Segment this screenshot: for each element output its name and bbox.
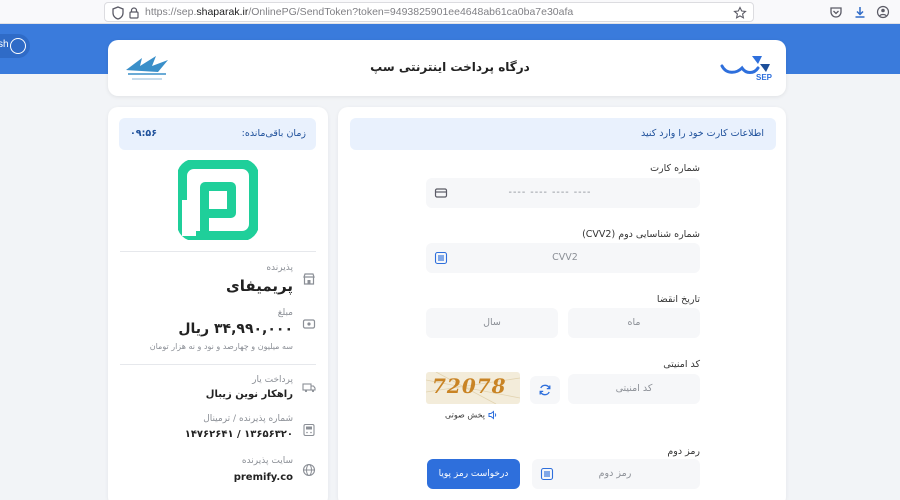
page-title: درگاه پرداخت اینترنتی سپ — [370, 60, 530, 74]
pocket-icon[interactable] — [829, 5, 843, 19]
merchant-name: پریمیفای — [226, 277, 293, 295]
amount-label: مبلغ — [277, 308, 293, 318]
expiry-year-placeholder: سال — [483, 317, 501, 328]
download-icon[interactable] — [853, 5, 867, 19]
captcha-placeholder: کد امنیتی — [615, 383, 653, 394]
keypad-icon[interactable] — [434, 251, 448, 265]
amount-words: سه میلیون و چهارصد و نود و نه هزار تومان — [149, 342, 293, 351]
cvv2-label: شماره شناسایی دوم (CVV2) — [582, 229, 700, 240]
expiry-month-placeholder: ماه — [627, 317, 641, 328]
site-value[interactable]: premify.co — [234, 472, 293, 483]
sep-logo: SEP — [720, 56, 773, 82]
amount-value: ۳۴,۹۹۰,۰۰۰ ریال — [178, 321, 293, 337]
wallet-icon — [302, 319, 316, 329]
card-icon — [434, 188, 448, 198]
captcha-label: کد امنیتی — [663, 359, 700, 370]
url-text[interactable]: https://sep.shaparak.ir/OnlinePG/SendTok… — [145, 6, 573, 18]
refresh-captcha-button[interactable] — [530, 376, 560, 404]
request-otp-button[interactable]: درخواست رمز پویا — [427, 459, 520, 489]
speaker-icon — [488, 410, 496, 420]
star-icon[interactable] — [733, 6, 747, 20]
lock-icon[interactable] — [127, 6, 141, 20]
globe-icon — [302, 463, 316, 477]
extension-icon — [10, 38, 26, 54]
settings-icon[interactable] — [876, 5, 890, 19]
card-number-placeholder: ---- ---- ---- ---- — [508, 187, 592, 198]
terminal-value: ۱۳۶۵۶۳۲۰ / ۱۴۷۶۲۶۴۱ — [184, 429, 293, 440]
browser-toolbar: https://sep.shaparak.ir/OnlinePG/SendTok… — [0, 0, 900, 24]
sep-logo-text: SEP — [756, 73, 773, 82]
terminal-label: شماره پذیرنده / ترمینال — [203, 414, 293, 424]
timer-value: ۰۹:۵۶ — [130, 128, 157, 139]
payment-form-card — [338, 107, 786, 500]
divider — [120, 251, 316, 252]
address-bar[interactable]: https://sep.shaparak.ir/OnlinePG/SendTok… — [104, 2, 754, 22]
otp-label: رمز دوم — [667, 446, 700, 457]
info-text: اطلاعات کارت خود را وارد کنید — [641, 128, 764, 139]
expiry-label: تاریخ انقضا — [656, 294, 700, 305]
terminal-icon — [303, 423, 315, 437]
psp-value: راهکار نوین زیبال — [205, 389, 293, 400]
truck-icon — [302, 383, 316, 393]
captcha-text: 72078 — [432, 374, 507, 398]
extension-label: sh — [0, 39, 9, 50]
psp-label: پرداخت یار — [252, 375, 293, 385]
merchant-label: پذیرنده — [266, 263, 293, 273]
shield-icon[interactable] — [111, 6, 125, 20]
cvv2-placeholder: CVV2 — [552, 252, 578, 263]
otp-placeholder: رمز دوم — [598, 468, 632, 479]
audio-play-button[interactable]: پخش صوتی — [445, 410, 498, 420]
audio-label: پخش صوتی — [445, 410, 485, 420]
store-icon — [303, 273, 315, 285]
card-number-label: شماره کارت — [650, 163, 700, 174]
extension-pill[interactable]: sh — [0, 34, 30, 58]
keypad-icon[interactable] — [540, 467, 554, 481]
refresh-icon — [539, 384, 551, 396]
divider — [120, 364, 316, 365]
timer-label: زمان باقی‌مانده: — [241, 128, 306, 139]
site-label: سایت پذیرنده — [241, 456, 293, 466]
shaparak-logo — [126, 56, 168, 80]
merchant-logo — [178, 160, 258, 240]
